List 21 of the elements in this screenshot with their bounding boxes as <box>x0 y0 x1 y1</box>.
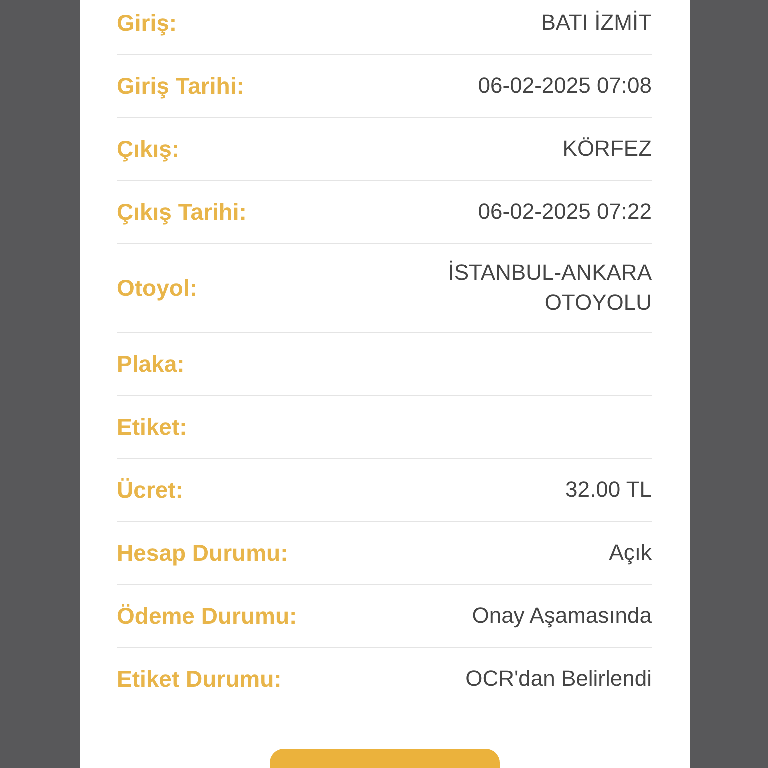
field-value: OCR'dan Belirlendi <box>466 665 652 693</box>
action-button[interactable] <box>270 749 500 768</box>
field-label: Otoyol: <box>117 274 198 303</box>
field-value: KÖRFEZ <box>562 135 652 163</box>
field-label: Etiket Durumu: <box>117 665 282 694</box>
field-label: Hesap Durumu: <box>117 539 288 568</box>
field-label: Çıkış Tarihi: <box>117 198 247 227</box>
field-label: Plaka: <box>117 350 185 379</box>
field-value: 32.00 TL <box>566 476 652 504</box>
field-label: Giriş Tarihi: <box>117 72 244 101</box>
field-value: BATI İZMİT <box>541 9 652 37</box>
field-value: İSTANBUL-ANKARA OTOYOLU <box>447 259 652 317</box>
field-label: Giriş: <box>117 9 178 38</box>
field-label: Etiket: <box>117 413 188 442</box>
field-value: Onay Aşamasında <box>472 602 652 630</box>
field-label: Ücret: <box>117 476 184 505</box>
field-value: Açık <box>609 539 652 567</box>
field-label: Ödeme Durumu: <box>117 602 298 631</box>
field-value: 06-02-2025 07:22 <box>478 198 652 226</box>
field-label: Çıkış: <box>117 135 180 164</box>
field-value: 06-02-2025 07:08 <box>478 72 652 100</box>
